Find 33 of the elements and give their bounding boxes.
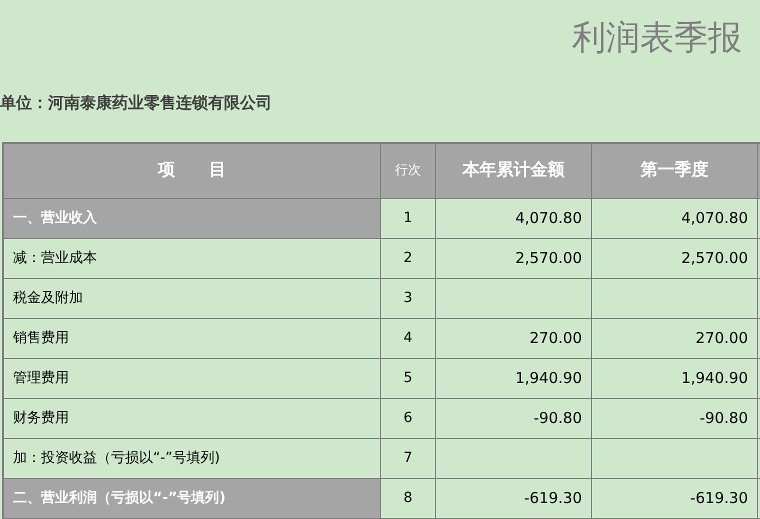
report-title: 利润表季报 <box>572 20 742 55</box>
company-label: 单位：河南泰康药业零售连锁有限公司 <box>0 92 272 114</box>
column-header: 第一季度 <box>592 144 758 199</box>
table-cell: 4 <box>381 319 436 359</box>
table-cell: 5 <box>381 359 436 399</box>
table-cell: 270.00 <box>436 319 592 359</box>
table-cell: 4,070.80 <box>592 199 758 239</box>
table-cell: 7 <box>381 439 436 479</box>
table-cell: 减：营业成本 <box>4 239 381 279</box>
table-cell: -90.80 <box>592 399 758 439</box>
table-cell: 1,940.90 <box>592 359 758 399</box>
table-cell: -619.30 <box>592 479 758 519</box>
table-cell: 财务费用 <box>4 399 381 439</box>
table-cell: 6 <box>381 399 436 439</box>
table-cell: 4,070.80 <box>436 199 592 239</box>
column-header: 项 目 <box>4 144 381 199</box>
table-cell: 1,940.90 <box>436 359 592 399</box>
table-cell: 二、营业利润（亏损以“-”号填列) <box>4 479 381 519</box>
table-cell: -619.30 <box>436 479 592 519</box>
table-cell: 税金及附加 <box>4 279 381 319</box>
table-cell: 2,570.00 <box>436 239 592 279</box>
table-cell: 8 <box>381 479 436 519</box>
table-cell: 1 <box>381 199 436 239</box>
column-header: 本年累计金额 <box>436 144 592 199</box>
table-cell: 管理费用 <box>4 359 381 399</box>
table-cell: 2 <box>381 239 436 279</box>
table-cell: 2,570.00 <box>592 239 758 279</box>
table-cell: 3 <box>381 279 436 319</box>
table-cell: 一、营业收入 <box>4 199 381 239</box>
column-header: 行次 <box>381 144 436 199</box>
table-cell: -90.80 <box>436 399 592 439</box>
table-cell: 销售费用 <box>4 319 381 359</box>
table-cell: 270.00 <box>592 319 758 359</box>
